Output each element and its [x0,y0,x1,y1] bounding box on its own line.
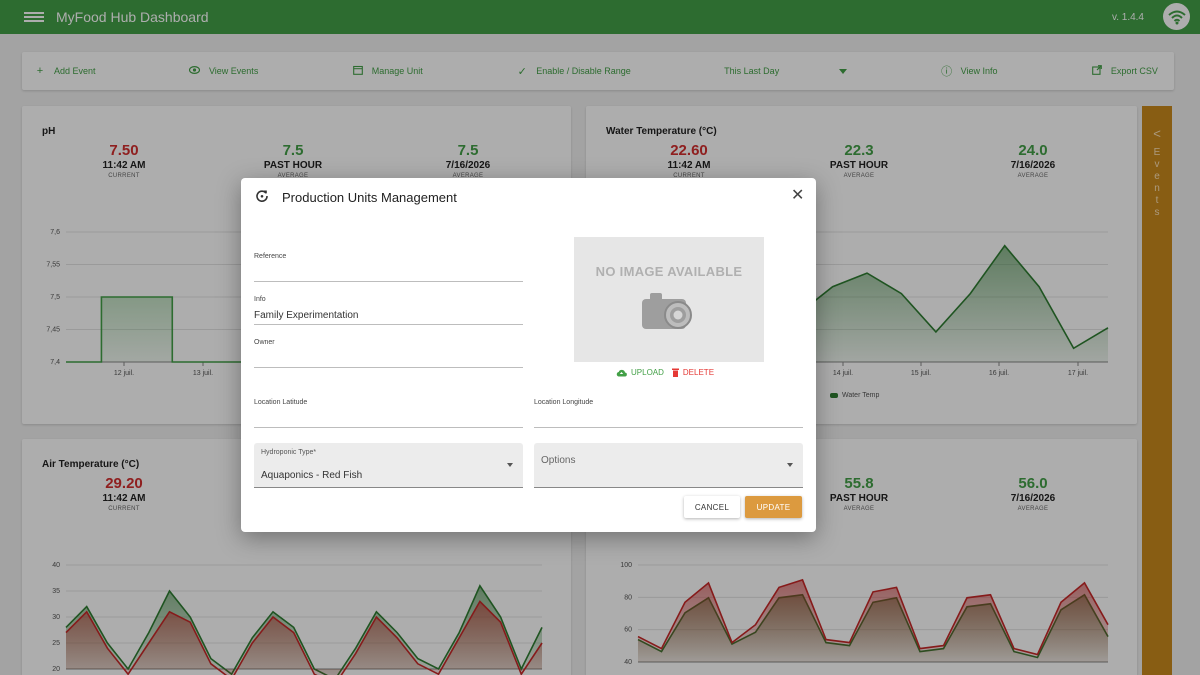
field-label: Hydroponic Type* [261,449,317,456]
options-select[interactable]: Options [534,443,803,488]
latitude-field[interactable]: Location Latitude [254,396,523,428]
reference-field[interactable]: Reference [254,250,523,282]
delete-label: DELETE [682,368,715,377]
field-label: Reference [254,253,287,260]
field-value: Aquaponics - Red Fish [261,470,363,481]
cancel-button[interactable]: CANCEL [684,496,740,518]
cloud-upload-icon [616,369,627,377]
field-label: Info [254,296,266,303]
field-value: Family Experimentation [254,310,359,321]
caret-down-icon [507,463,513,467]
owner-field[interactable]: Owner [254,336,523,368]
info-field[interactable]: Info Family Experimentation [254,293,523,325]
caret-down-icon [787,463,793,467]
field-label: Location Latitude [254,399,308,406]
field-label: Owner [254,339,275,346]
dialog-title: Production Units Management [282,190,457,205]
production-units-dialog: Production Units Management ✕ Reference … [241,178,816,532]
trash-icon [671,368,679,377]
field-label: Location Longitude [534,399,594,406]
image-actions: UPLOAD DELETE [616,368,714,377]
close-icon[interactable]: ✕ [791,188,804,204]
longitude-field[interactable]: Location Longitude [534,396,803,428]
unit-image-placeholder: NO IMAGE AVAILABLE [574,237,764,362]
field-label: Options [541,455,576,466]
upload-label: UPLOAD [631,368,664,377]
delete-button[interactable]: DELETE [671,368,715,377]
upload-button[interactable]: UPLOAD [616,368,664,377]
update-button[interactable]: UPDATE [745,496,802,518]
no-image-text: NO IMAGE AVAILABLE [595,264,743,279]
hydroponic-type-select[interactable]: Hydroponic Type* Aquaponics - Red Fish [254,443,523,488]
camera-icon [642,293,692,329]
refresh-icon[interactable] [255,189,269,203]
